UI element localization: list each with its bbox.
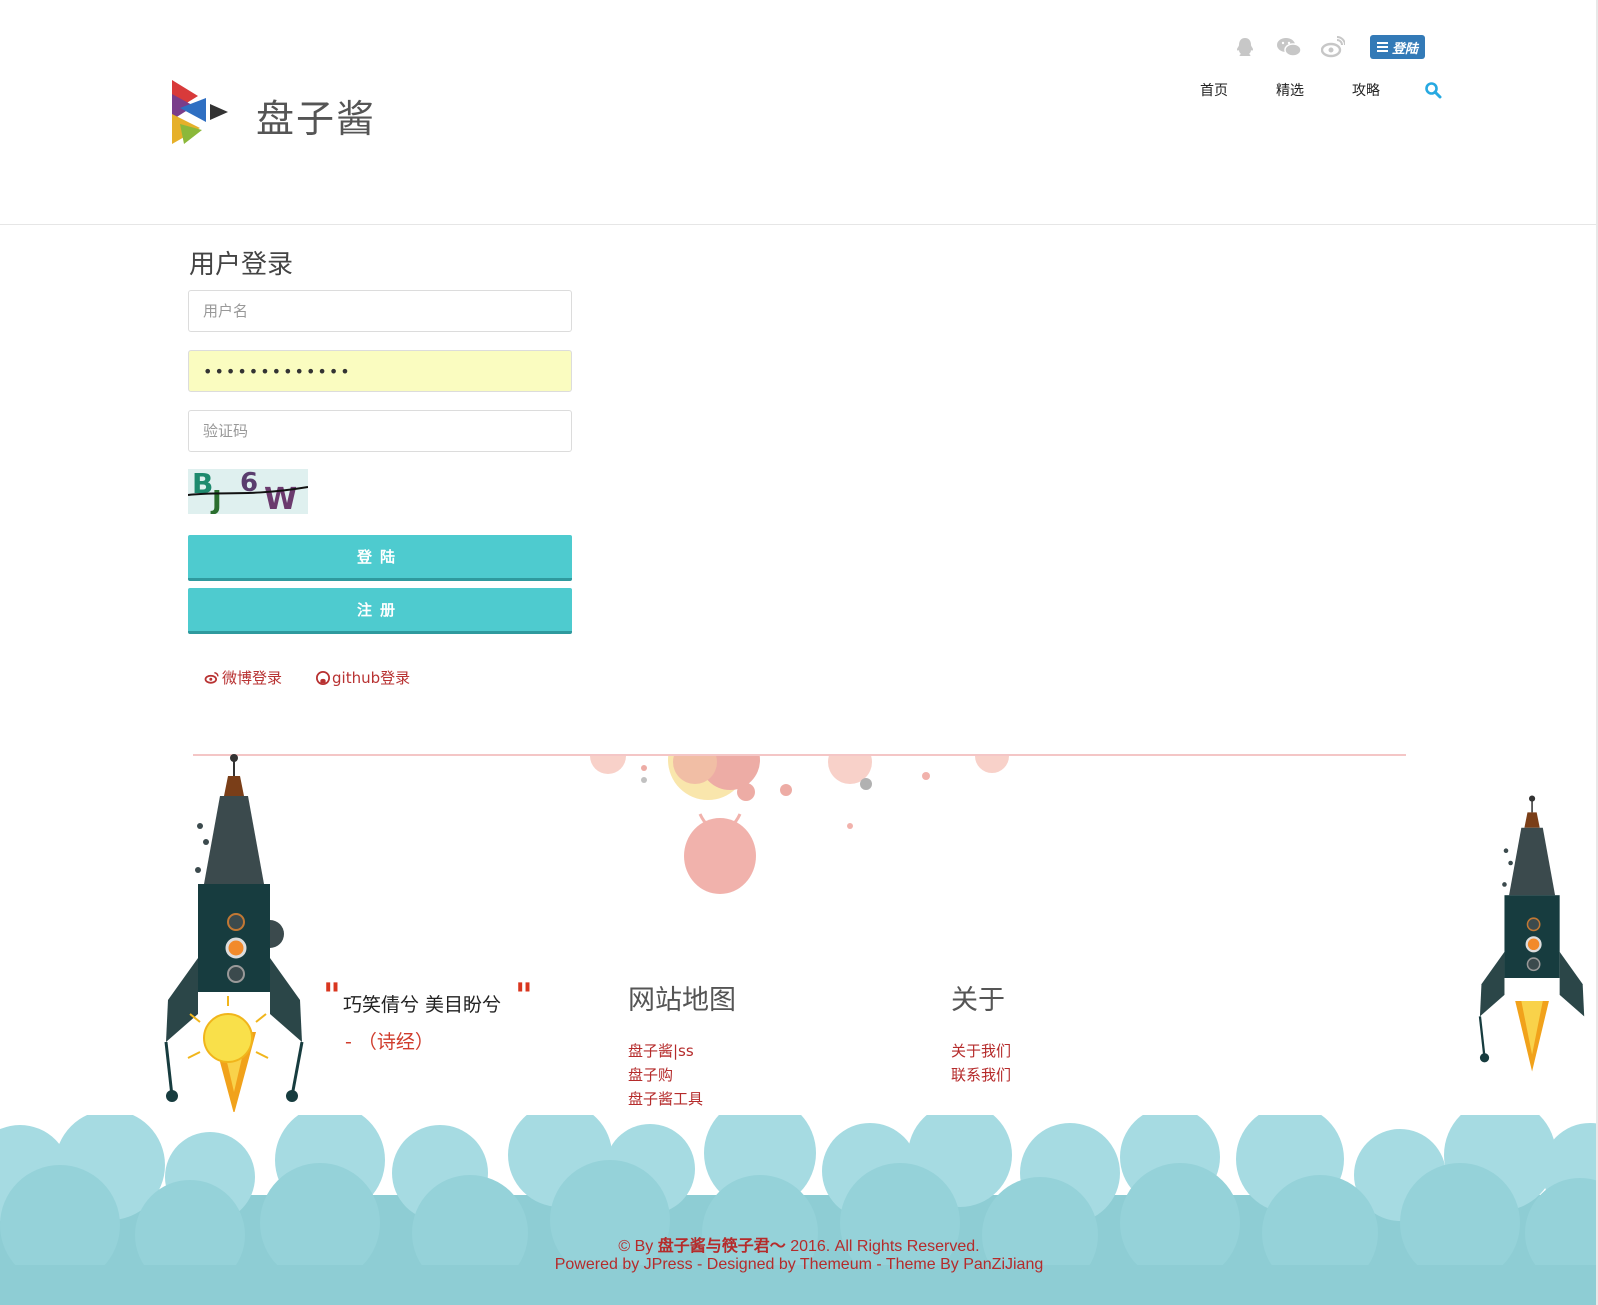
main-nav: 首页 精选 攻略 (1200, 80, 1442, 100)
about-link[interactable]: 关于我们 (951, 1040, 1011, 1061)
about-title: 关于 (951, 985, 1005, 1016)
social-bar: 登陆 (1230, 33, 1426, 61)
weibo-login-label: 微博登录 (222, 669, 283, 687)
quote-source: - （诗经） (345, 1031, 434, 1053)
captcha-field[interactable] (188, 410, 572, 452)
balloon-decoration (590, 756, 1009, 894)
copyright-text: © By 盘子酱与筷子君～ 2016. All Rights Reserved. (0, 1232, 1598, 1256)
weibo-icon (204, 672, 219, 684)
rocket-left-illustration (164, 754, 304, 1112)
site-header: 盘子酱 登陆 首页 精选 攻略 (0, 0, 1598, 225)
sitemap-link[interactable]: 盘子酱工具 (628, 1088, 703, 1109)
site-name[interactable]: 盘子酱 (256, 88, 376, 143)
copyright-owner: 盘子酱与筷子君～ (657, 1238, 786, 1255)
captcha-image[interactable]: B J 6 W (188, 469, 308, 514)
register-button[interactable]: 注册 (188, 588, 572, 634)
search-icon[interactable] (1424, 81, 1442, 99)
page-title: 用户登录 (189, 250, 294, 280)
login-badge-button[interactable]: 登陆 (1370, 35, 1426, 59)
copyright-prefix: © By (618, 1238, 658, 1255)
copyright-suffix: 2016. All Rights Reserved. (785, 1238, 980, 1255)
sitemap-link[interactable]: 盘子酱|ss (628, 1040, 694, 1061)
login-button[interactable]: 登陆 (188, 535, 572, 581)
username-field[interactable] (188, 290, 572, 332)
password-field[interactable] (188, 350, 572, 392)
github-login-label: github登录 (332, 669, 411, 687)
github-icon (316, 670, 330, 685)
qq-icon[interactable] (1230, 33, 1260, 61)
svg-text:J: J (210, 486, 222, 514)
svg-text:W: W (264, 482, 297, 514)
open-quote-icon: " (323, 976, 341, 1016)
sitemap-title: 网站地图 (628, 985, 736, 1016)
sitemap-link[interactable]: 盘子购 (628, 1064, 673, 1085)
powered-by-text: Powered by JPress - Designed by Themeum … (554, 1256, 1044, 1273)
wechat-icon[interactable] (1274, 33, 1304, 61)
close-quote-icon: " (515, 976, 533, 1016)
cloud-background (0, 1115, 1598, 1305)
about-link[interactable]: 联系我们 (951, 1064, 1011, 1085)
login-badge-label: 登陆 (1392, 41, 1419, 57)
weibo-icon[interactable] (1318, 33, 1348, 61)
nav-item-featured[interactable]: 精选 (1276, 80, 1304, 100)
rocket-right-illustration (1478, 795, 1585, 1072)
nav-item-home[interactable]: 首页 (1200, 80, 1228, 100)
svg-text:B: B (192, 469, 213, 500)
weibo-login-link[interactable]: 微博登录 (204, 667, 282, 688)
list-icon (1377, 42, 1388, 52)
nav-item-guides[interactable]: 攻略 (1352, 80, 1380, 100)
quote-text: 巧笑倩兮 美目盼兮 (343, 994, 502, 1016)
github-login-link[interactable]: github登录 (316, 667, 410, 688)
